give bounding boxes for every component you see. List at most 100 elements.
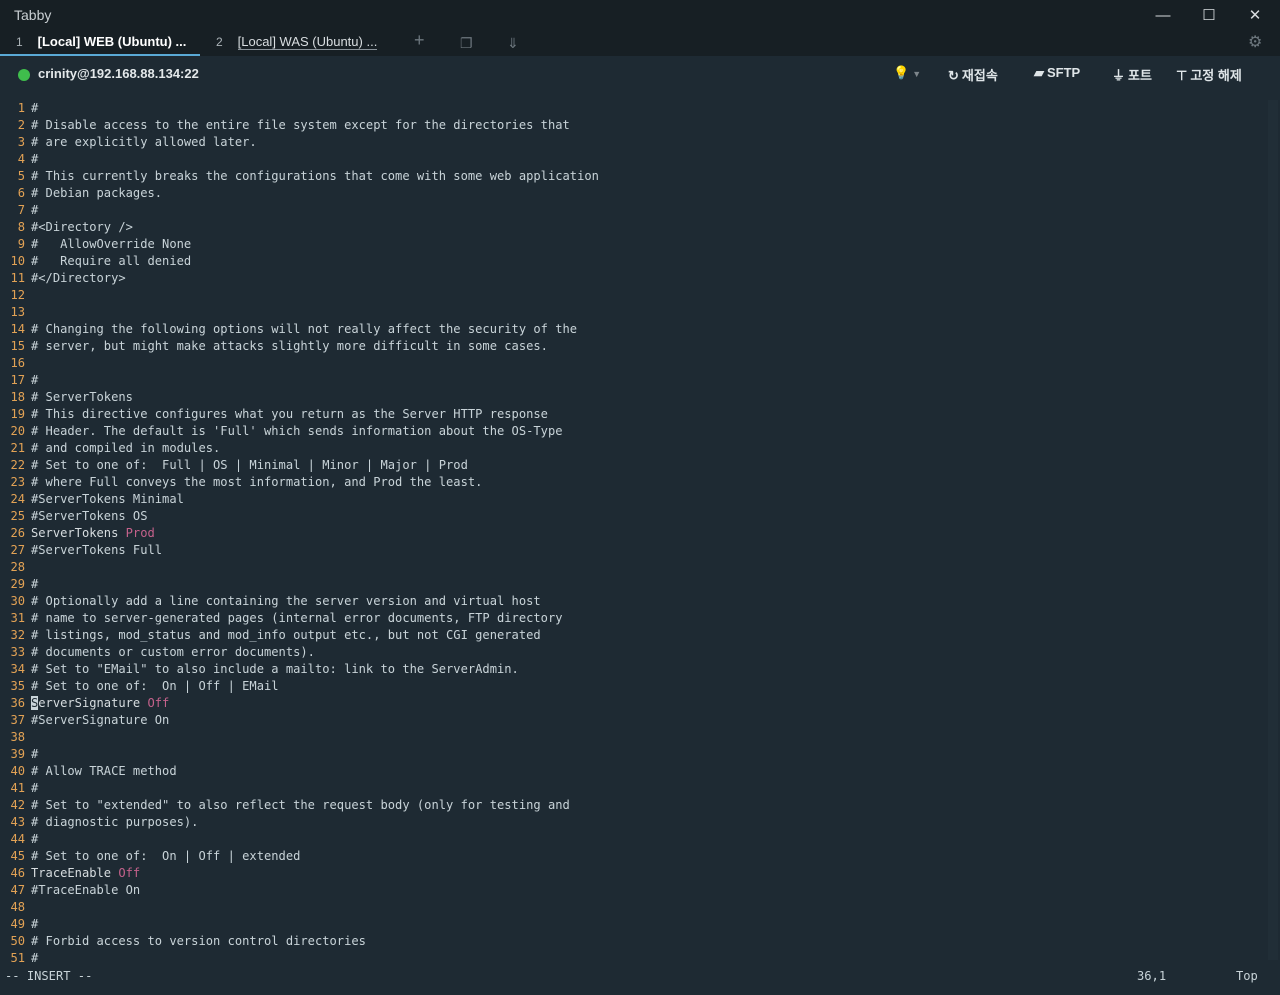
line-number: 34: [10, 662, 25, 676]
editor-line: 51 #: [0, 950, 1266, 967]
line-number: 28: [10, 560, 25, 574]
line-text: # name to server-generated pages (intern…: [31, 611, 563, 625]
editor-line: 31 # name to server-generated pages (inte…: [0, 610, 1266, 627]
editor-line: 16: [0, 355, 1266, 372]
editor-line: 25 #ServerTokens OS: [0, 508, 1266, 525]
editor-line: 34 # Set to "EMail" to also include a mai…: [0, 661, 1266, 678]
editor-line: 10 # Require all denied: [0, 253, 1266, 270]
line-number: 37: [10, 713, 25, 727]
editor-line: 14 # Changing the following options will …: [0, 321, 1266, 338]
editor-line: 8 #<Directory />: [0, 219, 1266, 236]
add-tab-icon[interactable]: +: [414, 31, 425, 49]
line-text: # documents or custom error documents).: [31, 645, 315, 659]
editor-line: 6 # Debian packages.: [0, 185, 1266, 202]
line-number: 2: [17, 118, 25, 132]
connection-host: crinity@192.168.88.134:22: [38, 66, 199, 81]
settings-gear-icon[interactable]: ⚙: [1248, 35, 1262, 51]
editor-line: 50 # Forbid access to version control dir…: [0, 933, 1266, 950]
editor-line: 36 ServerSignature Off: [0, 695, 1266, 712]
line-number: 20: [10, 424, 25, 438]
app-title: Tabby: [14, 7, 52, 23]
reconnect-button[interactable]: ↻ 재접속: [948, 65, 998, 84]
refresh-icon: ↻: [948, 68, 959, 83]
title-bar: Tabby — ☐ ✕: [0, 0, 1280, 30]
line-text: # Header. The default is 'Full' which se…: [31, 424, 563, 438]
terminal-scrollbar[interactable]: [1268, 100, 1278, 960]
line-text: ServerSignature Off: [31, 695, 169, 712]
line-text: # AllowOverride None: [31, 237, 192, 251]
line-text: # ServerTokens: [31, 390, 133, 404]
split-tab-icon[interactable]: ❐: [460, 35, 473, 51]
line-number: 14: [10, 322, 25, 336]
line-number: 6: [17, 186, 25, 200]
unpin-label: 고정 해제: [1190, 68, 1242, 83]
bulb-icon: 💡: [893, 65, 910, 80]
line-number: 22: [10, 458, 25, 472]
line-number: 38: [10, 730, 25, 744]
close-button[interactable]: ✕: [1232, 4, 1278, 28]
tab-label: [Local] WAS (Ubuntu) ...: [237, 34, 378, 50]
line-number: 26: [10, 526, 25, 540]
line-number: 47: [10, 883, 25, 897]
line-text: #ServerTokens OS: [31, 509, 148, 523]
line-number: 36: [10, 696, 25, 710]
line-text: # Require all denied: [31, 254, 192, 268]
directive-keyword: erverSignature: [38, 696, 141, 710]
line-number: 39: [10, 747, 25, 761]
line-number: 21: [10, 441, 25, 455]
line-number: 49: [10, 917, 25, 931]
editor-line: 20 # Header. The default is 'Full' which …: [0, 423, 1266, 440]
line-number: 41: [10, 781, 25, 795]
pin-icon: ⊤: [1176, 68, 1188, 83]
editor-line: 49 #: [0, 916, 1266, 933]
line-text: #TraceEnable On: [31, 883, 141, 897]
line-text: # listings, mod_status and mod_info outp…: [31, 628, 541, 642]
editor-line: 17 #: [0, 372, 1266, 389]
line-text: # This directive configures what you ret…: [31, 407, 548, 421]
line-number: 46: [10, 866, 25, 880]
editor-line: 9 # AllowOverride None: [0, 236, 1266, 253]
editor-line: 41 #: [0, 780, 1266, 797]
editor-mode: -- INSERT --: [5, 969, 93, 983]
editor-line: 15 # server, but might make attacks sligh…: [0, 338, 1266, 355]
directive-keyword: ServerTokens: [31, 526, 119, 540]
editor-line: 29 #: [0, 576, 1266, 593]
line-number: 40: [10, 764, 25, 778]
unpin-button[interactable]: ⊤ 고정 해제: [1176, 65, 1242, 84]
terminal-editor[interactable]: 1 #2 # Disable access to the entire file s…: [0, 100, 1266, 985]
minimize-button[interactable]: —: [1140, 4, 1186, 28]
line-number: 10: [10, 254, 25, 268]
editor-line: 27 #ServerTokens Full: [0, 542, 1266, 559]
maximize-button[interactable]: ☐: [1186, 4, 1232, 28]
line-number: 18: [10, 390, 25, 404]
editor-line: 13: [0, 304, 1266, 321]
tab-was-ubuntu[interactable]: 2 [Local] WAS (Ubuntu) ...: [216, 30, 392, 56]
line-text: #: [31, 917, 39, 931]
line-text: # where Full conveys the most informatio…: [31, 475, 483, 489]
sftp-button[interactable]: ▰ SFTP: [1034, 65, 1080, 81]
line-number: 1: [17, 101, 25, 115]
line-number: 33: [10, 645, 25, 659]
editor-line: 48: [0, 899, 1266, 916]
line-text: # Changing the following options will no…: [31, 322, 578, 336]
editor-line: 42 # Set to "extended" to also reflect th…: [0, 797, 1266, 814]
cursor-position: 36,1: [1137, 969, 1167, 983]
line-number: 35: [10, 679, 25, 693]
line-number: 17: [10, 373, 25, 387]
line-text: #<Directory />: [31, 220, 133, 234]
line-text: #ServerSignature On: [31, 713, 170, 727]
tab-web-ubuntu[interactable]: 1 [Local] WEB (Ubuntu) ...: [16, 30, 194, 56]
line-text: # are explicitly allowed later.: [31, 135, 257, 149]
line-text: # Set to one of: On | Off | EMail: [31, 679, 279, 693]
ports-button[interactable]: ⏚ 포트: [1112, 65, 1152, 84]
bulb-dropdown-button[interactable]: 💡 ▼: [893, 65, 921, 81]
editor-line: 4 #: [0, 151, 1266, 168]
line-number: 7: [17, 203, 25, 217]
download-icon[interactable]: ⇓: [507, 35, 519, 51]
editor-line: 5 # This currently breaks the configurati…: [0, 168, 1266, 185]
editor-line: 30 # Optionally add a line containing the…: [0, 593, 1266, 610]
line-text: # Set to "EMail" to also include a mailt…: [31, 662, 519, 676]
editor-line: 40 # Allow TRACE method: [0, 763, 1266, 780]
line-text: #ServerTokens Minimal: [31, 492, 184, 506]
connected-status-icon: [18, 69, 30, 81]
